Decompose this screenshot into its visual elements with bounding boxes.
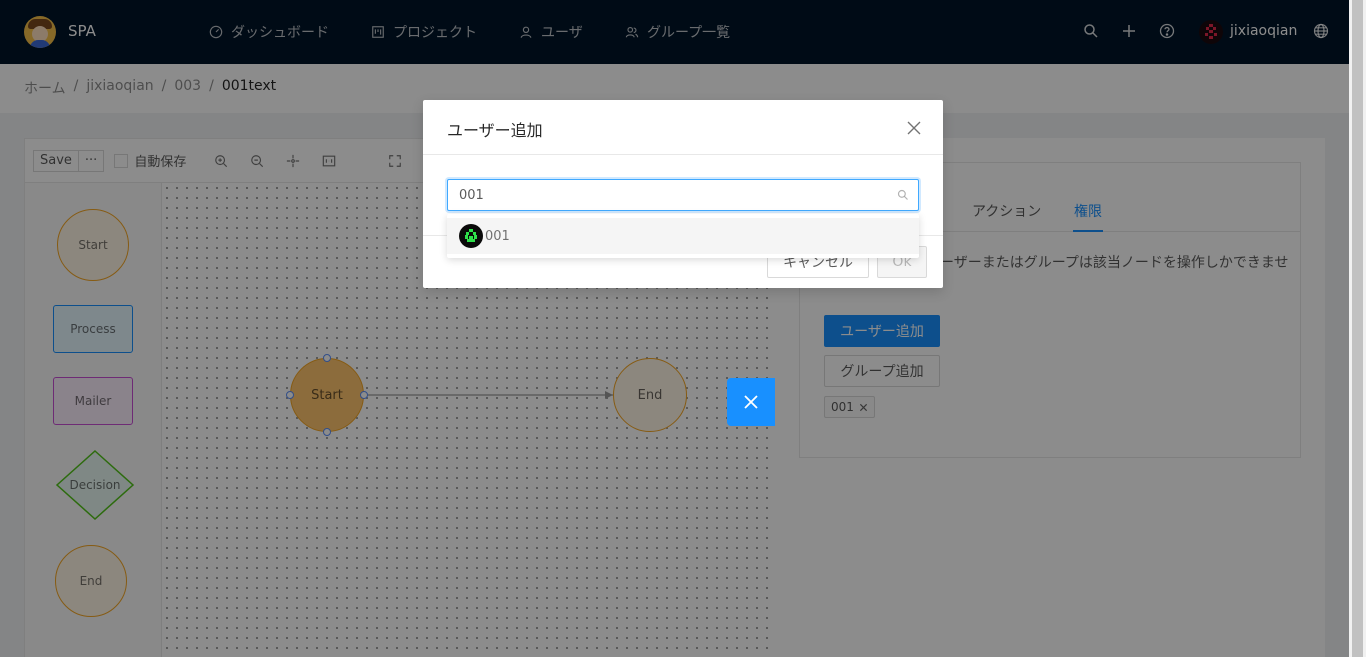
user-search-field[interactable] <box>447 179 919 211</box>
suggestion-label: 001 <box>485 228 510 244</box>
user-search-input[interactable] <box>448 180 888 210</box>
drawer-close-button[interactable] <box>727 378 775 426</box>
modal-header: ユーザー追加 <box>423 100 943 155</box>
scrollbar-thumb[interactable] <box>1352 0 1363 657</box>
modal-title: ユーザー追加 <box>447 121 543 140</box>
modal-close-icon[interactable] <box>906 120 922 136</box>
search-icon <box>897 189 908 200</box>
option-avatar <box>459 224 483 248</box>
modal-mask[interactable] <box>0 0 1366 657</box>
close-icon <box>744 395 758 409</box>
search-suggestions: 001 <box>447 214 919 258</box>
suggestion-item[interactable]: 001 <box>447 218 919 254</box>
page-scrollbar[interactable] <box>1349 0 1366 657</box>
add-user-modal: ユーザー追加 キャンセル Ok <box>423 100 943 288</box>
